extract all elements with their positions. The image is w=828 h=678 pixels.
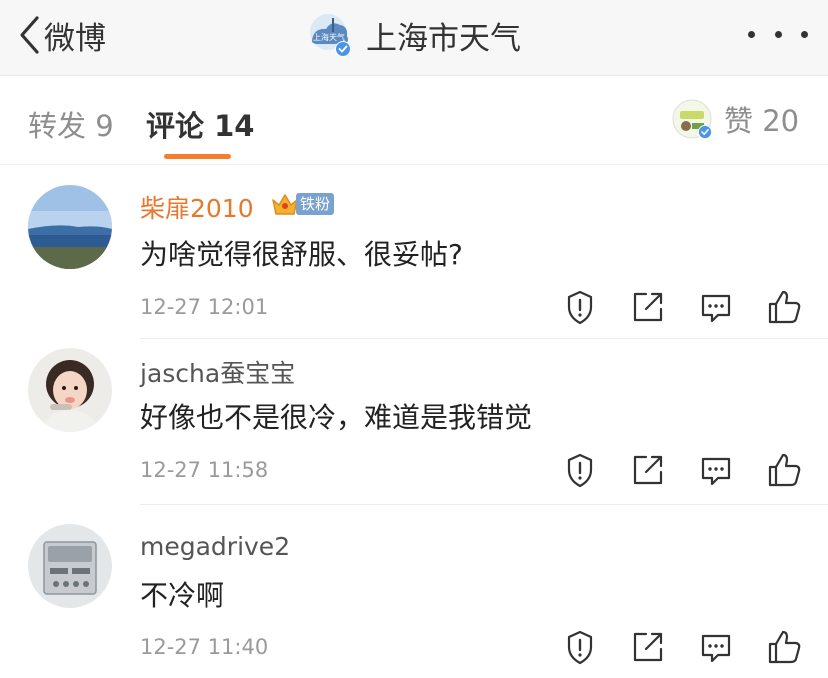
- username-text[interactable]: 柴扉2010: [140, 194, 254, 223]
- top-nav-bar: 微博 上海天气 上海市天气: [0, 0, 828, 76]
- weibo-comments-page: 微博 上海天气 上海市天气 转发 9 评论 14 赞 20 柴扉2010 铁粉 …: [0, 0, 828, 678]
- thumbs-up-icon[interactable]: [764, 450, 804, 490]
- avatar[interactable]: [28, 524, 112, 608]
- comment-item: megadrive2 不冷啊 12-27 11:40: [0, 506, 828, 678]
- fan-badge-label: 铁粉: [296, 193, 335, 215]
- active-tab-indicator: [164, 154, 231, 159]
- comment-username[interactable]: megadrive2: [140, 532, 290, 561]
- verified-icon: [698, 125, 712, 139]
- comment-username[interactable]: jascha蚕宝宝: [140, 354, 295, 390]
- comment-actions: [560, 627, 810, 667]
- thumbs-up-icon[interactable]: [764, 287, 804, 327]
- comment-username[interactable]: 柴扉2010: [140, 189, 254, 225]
- comment-text: 好像也不是很冷，难道是我错觉: [140, 401, 533, 434]
- chevron-left-icon: [20, 16, 39, 54]
- tab-repost[interactable]: 转发 9: [28, 103, 114, 145]
- fan-badge[interactable]: 铁粉: [270, 191, 335, 217]
- tab-comment[interactable]: 评论 14: [146, 103, 254, 145]
- avatar[interactable]: [28, 185, 112, 269]
- comment-text: 不冷啊: [140, 579, 225, 612]
- report-icon[interactable]: [560, 287, 600, 327]
- report-icon[interactable]: [560, 627, 600, 667]
- share-icon[interactable]: [628, 450, 668, 490]
- interaction-tabs: 转发 9 评论 14 赞 20: [0, 77, 828, 165]
- avatar[interactable]: [28, 348, 112, 432]
- back-button[interactable]: 微博: [18, 12, 106, 58]
- more-dots-icon[interactable]: [748, 22, 808, 46]
- back-label: 微博: [44, 20, 106, 57]
- comment-actions: [560, 450, 810, 490]
- comment-text: 为啥觉得很舒服、很妥帖?: [140, 238, 463, 271]
- account-header[interactable]: 上海天气 上海市天气: [304, 10, 521, 60]
- comment-divider: [140, 338, 828, 339]
- username-text[interactable]: megadrive2: [140, 532, 290, 561]
- comment-time: 12-27 11:58: [140, 458, 269, 482]
- username-text[interactable]: jascha蚕宝宝: [140, 359, 295, 388]
- account-title[interactable]: 上海市天气: [366, 13, 521, 58]
- comment-divider: [140, 504, 828, 505]
- comment-time: 12-27 12:01: [140, 295, 269, 319]
- likes-tab[interactable]: 赞 20: [672, 97, 799, 141]
- verified-icon: [335, 41, 351, 57]
- reply-icon[interactable]: [696, 450, 736, 490]
- liker-avatar: [672, 99, 712, 139]
- thumbs-up-icon[interactable]: [764, 627, 804, 667]
- account-logo[interactable]: 上海天气: [304, 10, 354, 60]
- comment-item: 柴扉2010 铁粉 为啥觉得很舒服、很妥帖? 12-27 12:01: [0, 165, 828, 340]
- report-icon[interactable]: [560, 450, 600, 490]
- share-icon[interactable]: [628, 287, 668, 327]
- reply-icon[interactable]: [696, 287, 736, 327]
- reply-icon[interactable]: [696, 627, 736, 667]
- comment-item: jascha蚕宝宝 好像也不是很冷，难道是我错觉 12-27 11:58: [0, 340, 828, 505]
- likes-label: 赞 20: [724, 104, 800, 138]
- comment-time: 12-27 11:40: [140, 635, 269, 659]
- comment-actions: [560, 287, 810, 327]
- share-icon[interactable]: [628, 627, 668, 667]
